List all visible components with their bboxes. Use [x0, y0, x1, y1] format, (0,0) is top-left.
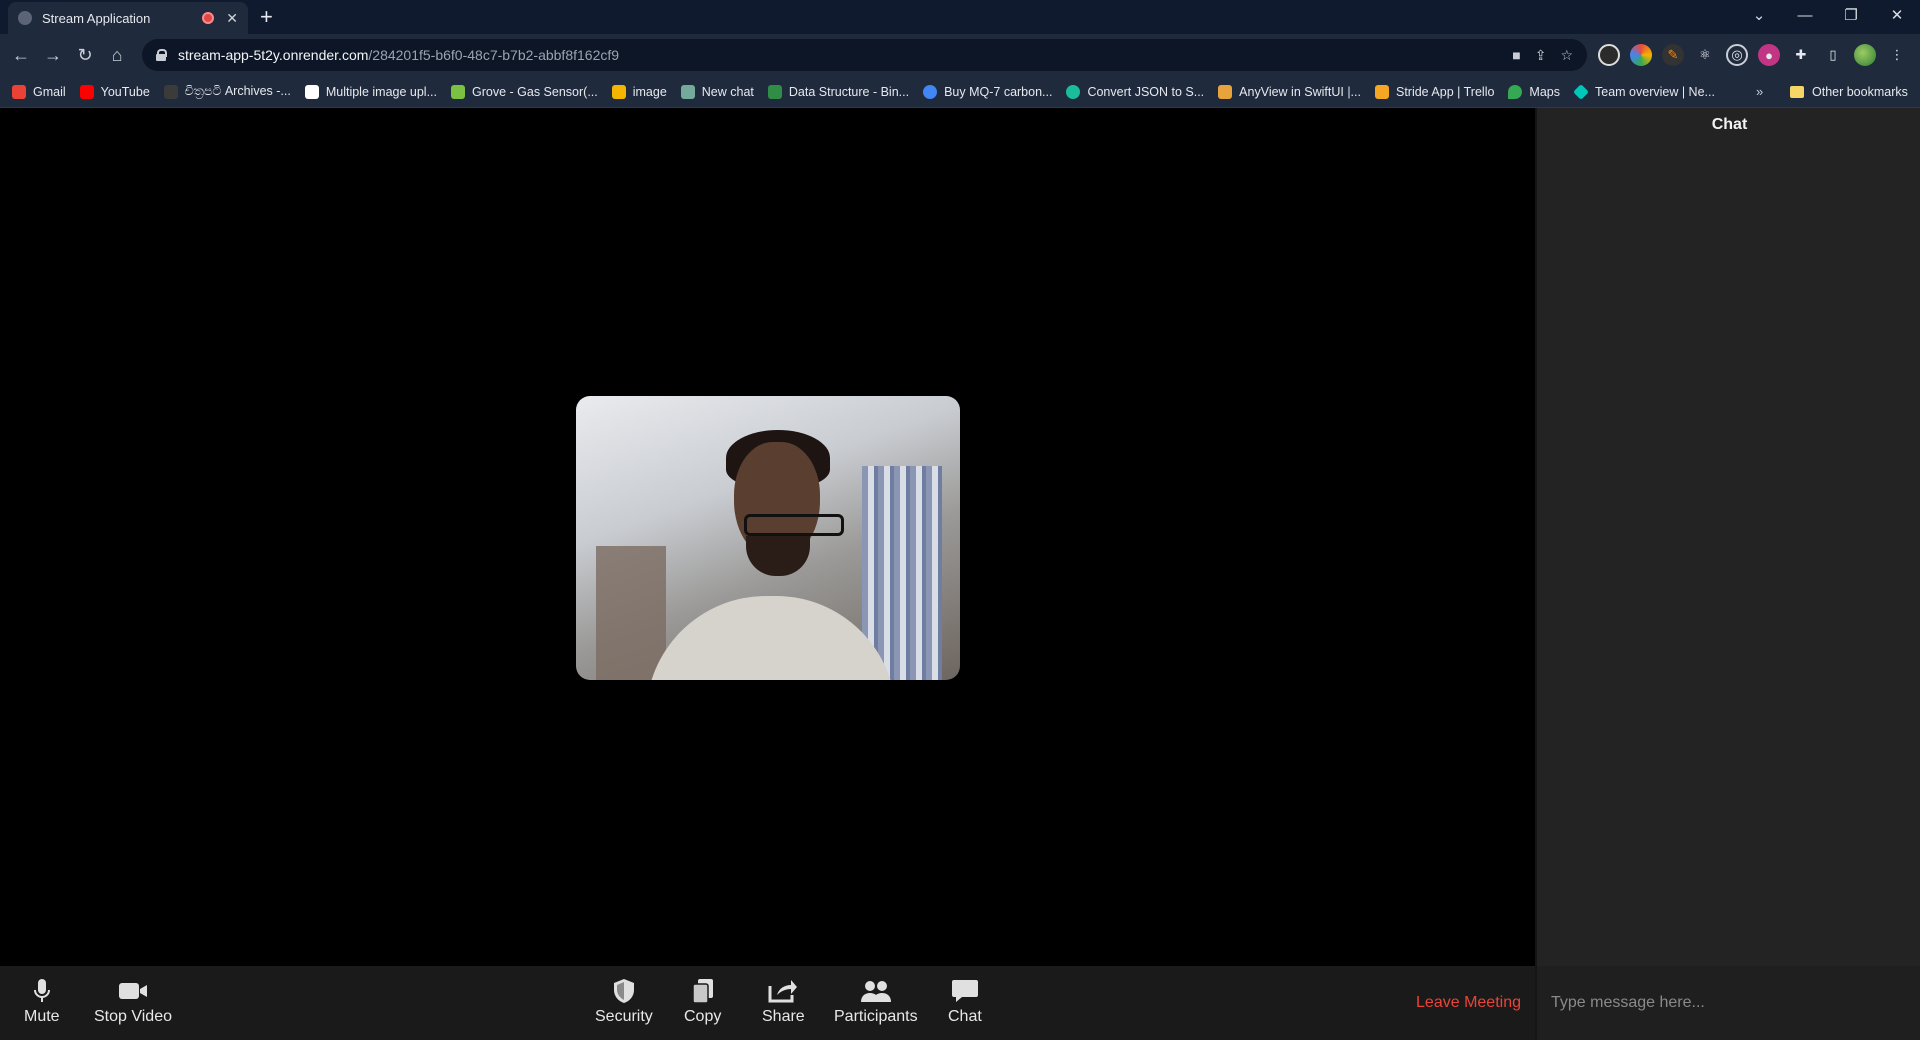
- tab-search-icon[interactable]: ⌄: [1736, 0, 1782, 30]
- youtube-icon: [79, 84, 94, 99]
- address-bar[interactable]: stream-app-5t2y.onrender.com/284201f5-b6…: [142, 39, 1587, 71]
- pinwheel-icon: [611, 84, 626, 99]
- share-page-icon[interactable]: ⇪: [1535, 47, 1547, 64]
- site-icon: [451, 84, 465, 99]
- gmail-icon: [12, 84, 26, 99]
- site-icon: [304, 84, 319, 99]
- restore-button[interactable]: ❐: [1828, 0, 1874, 30]
- recording-indicator-icon: [202, 12, 215, 24]
- extensions-area: ✎ ⚛ ◎ ● ✚ ▯ ⋮: [1598, 42, 1908, 68]
- chat-input-area: [1537, 966, 1920, 1040]
- video-stage: [0, 108, 1535, 966]
- bookmark-item[interactable]: චිත්‍රපටි Archives -...: [163, 84, 291, 99]
- stop-video-button[interactable]: Stop Video: [94, 976, 172, 1026]
- participant-video: [576, 396, 960, 680]
- chat-button[interactable]: Chat: [948, 976, 982, 1026]
- side-panel-icon[interactable]: ▯: [1822, 44, 1844, 66]
- extension-icon[interactable]: [1598, 44, 1620, 66]
- globe-icon: [18, 11, 32, 25]
- video-person-glasses: [744, 514, 844, 536]
- bookmark-item[interactable]: New chat: [680, 84, 754, 99]
- camera-icon[interactable]: ■: [1512, 47, 1520, 63]
- chat-message-input[interactable]: [1551, 985, 1908, 1021]
- video-person-beard: [746, 536, 810, 576]
- bookmark-item[interactable]: Convert JSON to S...: [1066, 84, 1204, 99]
- site-icon: [1218, 84, 1233, 99]
- bookmark-item[interactable]: Grove - Gas Sensor(...: [451, 84, 598, 99]
- bookmark-item[interactable]: Maps: [1508, 84, 1560, 99]
- browser-tab-strip: Stream Application ✕ + ⌄ — ❐ ✕: [0, 0, 1920, 34]
- bookmarks-overflow-button[interactable]: »: [1756, 76, 1763, 108]
- lock-icon[interactable]: [156, 49, 167, 61]
- browser-tab[interactable]: Stream Application ✕: [8, 2, 248, 34]
- leave-meeting-button[interactable]: Leave Meeting: [1416, 994, 1521, 1012]
- browser-toolbar: ← → ↻ ⌂ stream-app-5t2y.onrender.com/284…: [0, 34, 1920, 76]
- bookmark-item[interactable]: AnyView in SwiftUI |...: [1218, 84, 1361, 99]
- forward-icon[interactable]: →: [40, 42, 66, 68]
- url-path: /284201f5-b6f0-48c7-b7b2-abbf8f162cf9: [368, 47, 620, 63]
- bookmark-item[interactable]: Buy MQ-7 carbon...: [923, 84, 1052, 99]
- target-extension-icon[interactable]: ◎: [1726, 44, 1748, 66]
- back-icon[interactable]: ←: [8, 42, 34, 68]
- chatgpt-icon: [680, 84, 695, 99]
- close-window-button[interactable]: ✕: [1874, 0, 1920, 30]
- shield-icon: [612, 976, 636, 1006]
- color-picker-extension-icon[interactable]: [1630, 44, 1652, 66]
- bookmark-star-icon[interactable]: ☆: [1560, 47, 1573, 64]
- microphone-icon: [33, 976, 51, 1006]
- profile-avatar[interactable]: [1854, 44, 1876, 66]
- folder-icon: [1790, 86, 1804, 98]
- meeting-controls-bar: Mute Stop Video Security Copy Share Part…: [0, 966, 1535, 1040]
- chat-title: Chat: [1711, 116, 1748, 133]
- participants-button[interactable]: Participants: [834, 976, 918, 1026]
- video-camera-icon: [118, 976, 148, 1006]
- bookmark-item[interactable]: Gmail: [12, 84, 66, 99]
- trello-icon: [1374, 84, 1389, 99]
- video-person-body: [646, 596, 896, 680]
- home-icon[interactable]: ⌂: [104, 42, 130, 68]
- menu-dots-icon[interactable]: ⋮: [1886, 44, 1908, 66]
- netlify-icon: [1573, 83, 1589, 100]
- copy-icon: [691, 976, 715, 1006]
- mute-button[interactable]: Mute: [24, 976, 60, 1026]
- maps-icon: [1508, 84, 1523, 99]
- puzzle-extensions-icon[interactable]: ✚: [1790, 44, 1812, 66]
- bookmark-item[interactable]: Multiple image upl...: [304, 84, 437, 99]
- bookmark-item[interactable]: Team overview | Ne...: [1573, 83, 1715, 100]
- site-icon: [767, 84, 782, 99]
- bookmark-item[interactable]: Stride App | Trello: [1374, 84, 1494, 99]
- tab-title: Stream Application: [42, 10, 151, 26]
- url-host: stream-app-5t2y.onrender.com: [178, 47, 369, 63]
- other-bookmarks[interactable]: Other bookmarks: [1790, 76, 1908, 108]
- pen-extension-icon[interactable]: ✎: [1662, 44, 1684, 66]
- react-devtools-icon[interactable]: ⚛: [1694, 44, 1716, 66]
- participants-icon: [860, 976, 892, 1006]
- chat-panel: Chat: [1535, 108, 1920, 1040]
- bookmark-item[interactable]: YouTube: [79, 84, 150, 99]
- bookmark-item[interactable]: image: [611, 84, 667, 99]
- video-background-door: [596, 546, 666, 680]
- new-tab-button[interactable]: +: [260, 4, 273, 30]
- share-button[interactable]: Share: [762, 976, 805, 1026]
- bookmarks-bar: Gmail YouTube චිත්‍රපටි Archives -... Mu…: [0, 76, 1920, 108]
- site-icon: [163, 84, 178, 99]
- minimize-button[interactable]: —: [1782, 0, 1828, 30]
- circle-extension-icon[interactable]: ●: [1758, 44, 1780, 66]
- share-icon: [768, 976, 798, 1006]
- security-button[interactable]: Security: [595, 976, 653, 1026]
- copy-button[interactable]: Copy: [684, 976, 721, 1026]
- chat-bubble-icon: [951, 976, 979, 1006]
- google-icon: [923, 84, 938, 99]
- bookmark-item[interactable]: Data Structure - Bin...: [767, 84, 909, 99]
- site-icon: [1066, 84, 1081, 99]
- tab-close-icon[interactable]: ✕: [226, 10, 238, 27]
- reload-icon[interactable]: ↻: [72, 42, 98, 68]
